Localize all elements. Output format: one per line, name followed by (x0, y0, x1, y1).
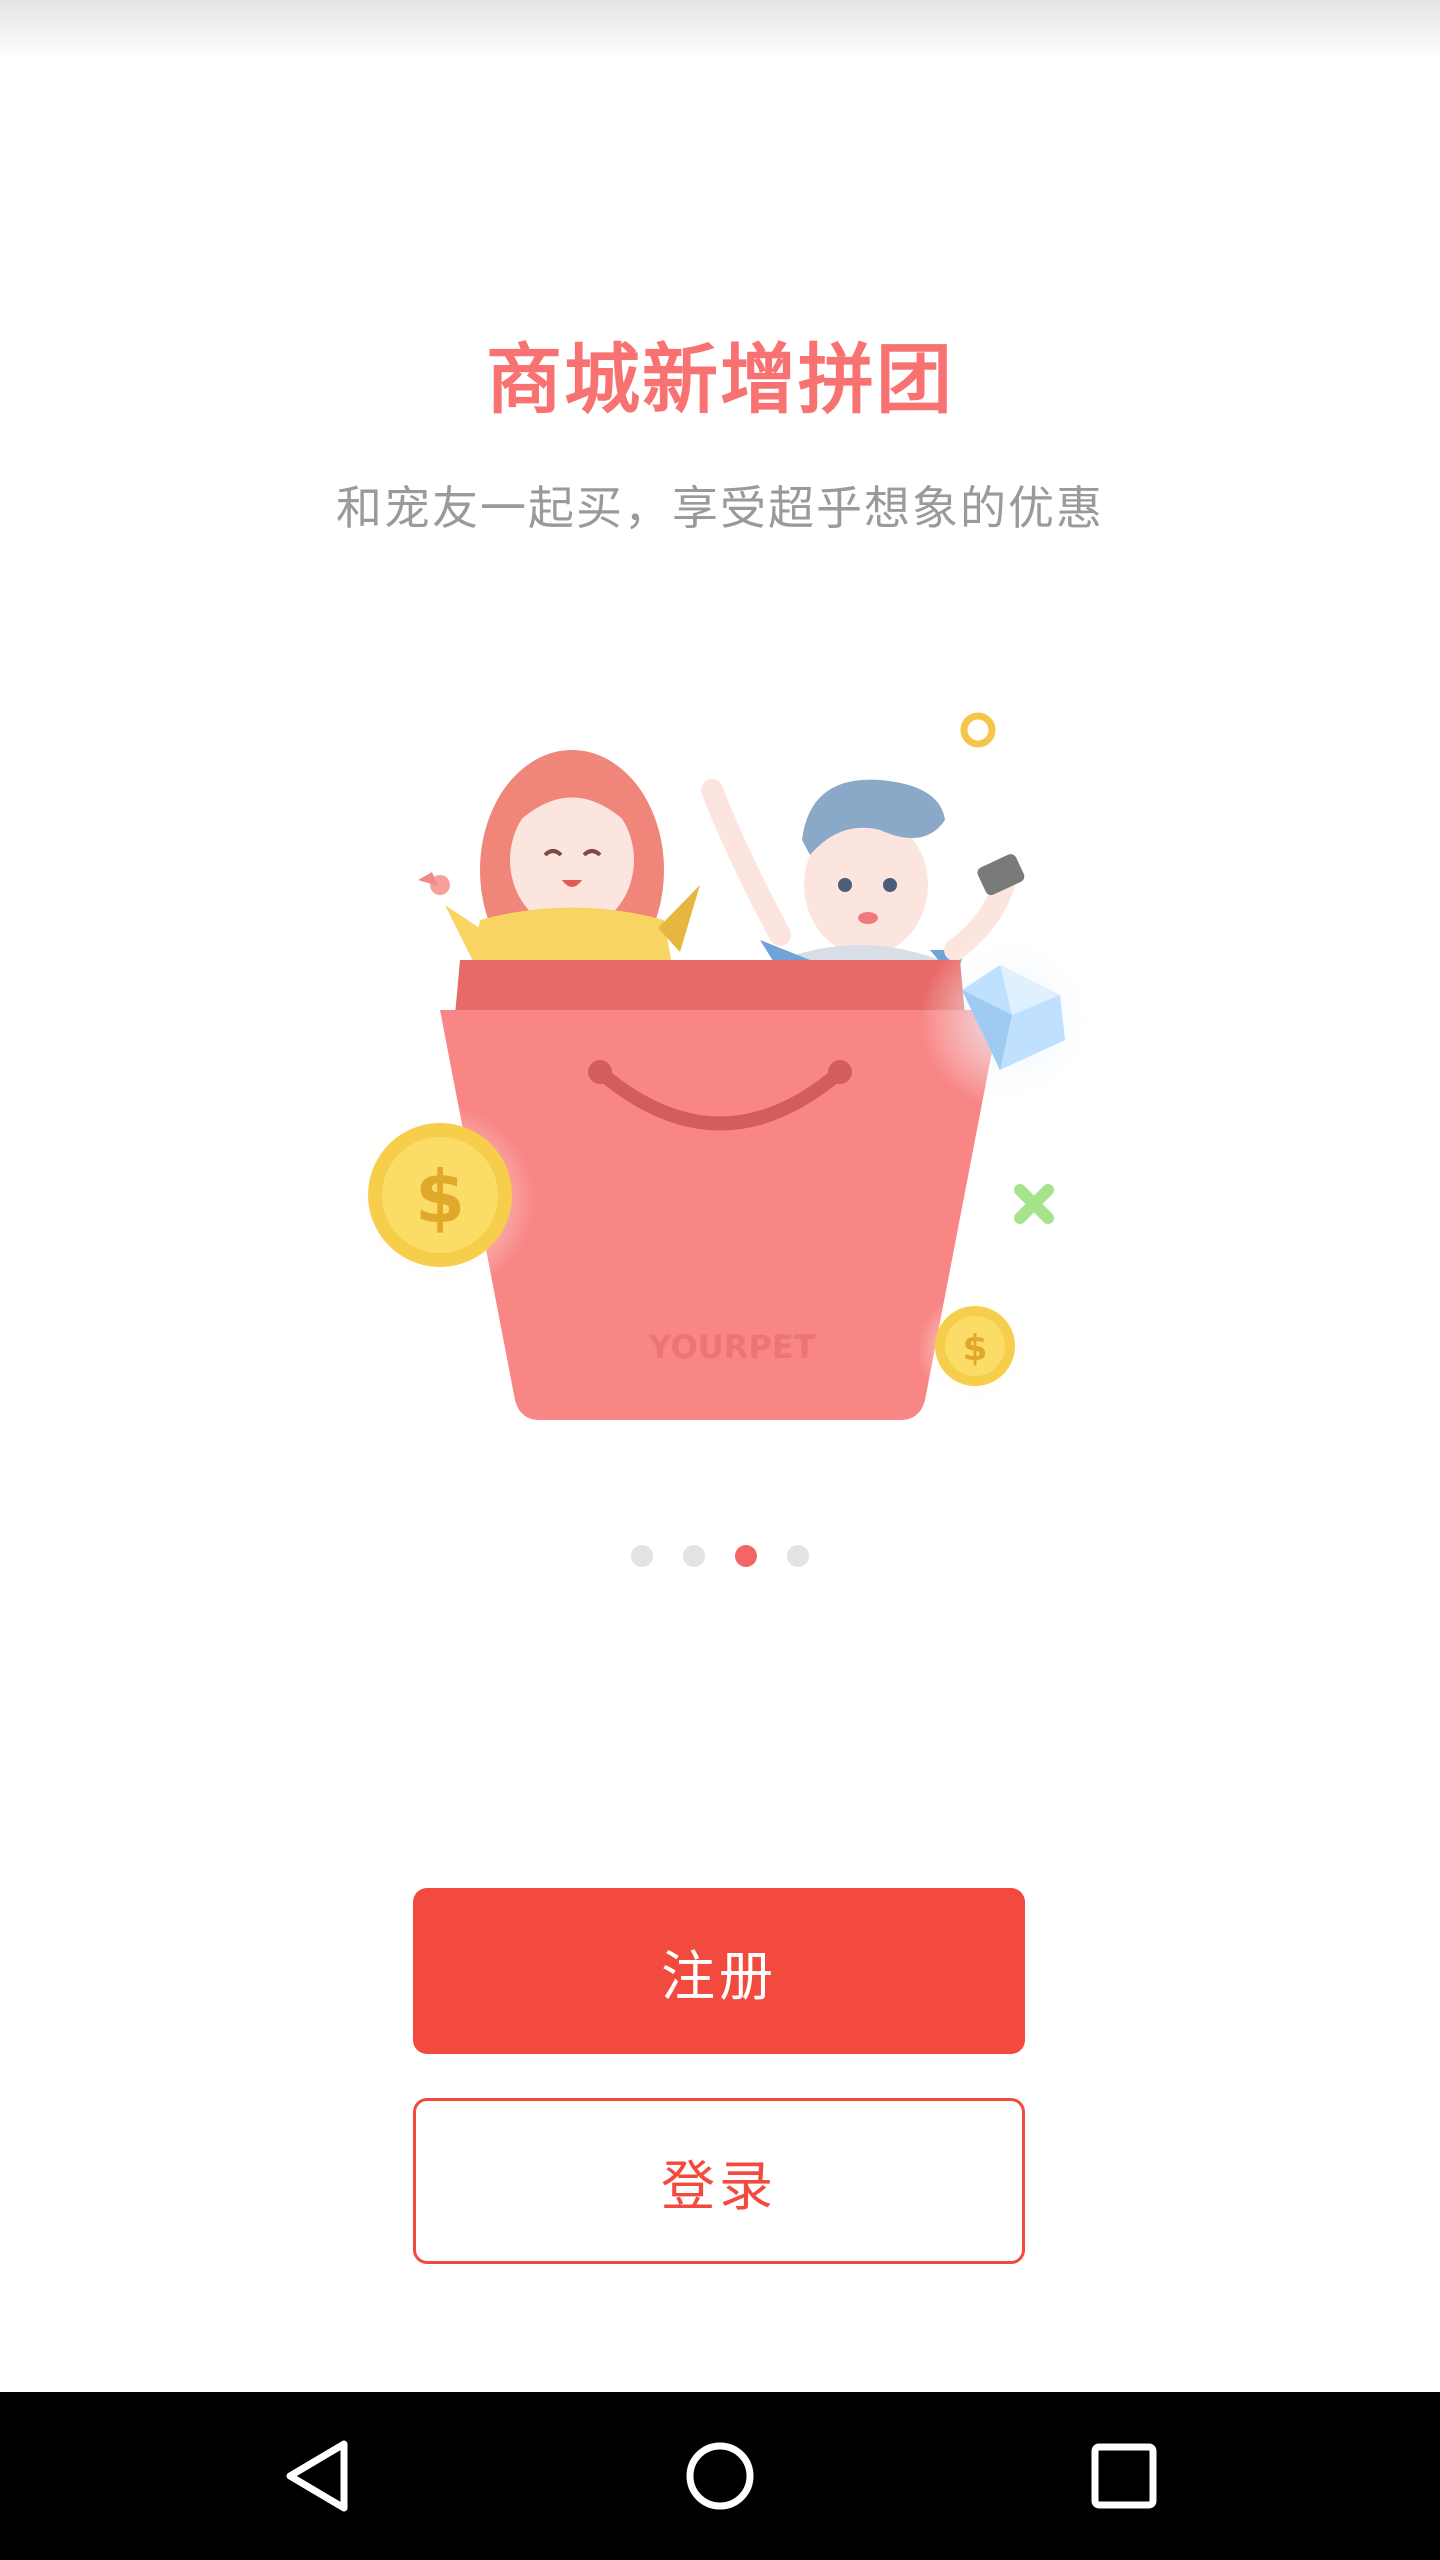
register-button[interactable]: 注册 (413, 1888, 1025, 2054)
page-title: 商城新增拼团 (486, 335, 954, 424)
onboarding-screen: 商城新增拼团 和宠友一起买，享受超乎想象的优惠 YOURPET $ $ 注册 登… (0, 0, 1440, 2560)
bag-brand-label: YOURPET (648, 1328, 816, 1366)
recents-icon[interactable] (1064, 2416, 1184, 2536)
page-subtitle: 和宠友一起买，享受超乎想象的优惠 (336, 481, 1104, 535)
sparkle-icon (1014, 1184, 1054, 1224)
small-coin-icon: $ (917, 1292, 1033, 1408)
diamond-icon (920, 930, 1100, 1110)
home-icon[interactable] (660, 2416, 780, 2536)
ring-icon (960, 712, 996, 748)
gold-coin-icon: $ (345, 1105, 535, 1295)
svg-text:$: $ (962, 1328, 987, 1369)
page-indicator (0, 1545, 1440, 1567)
page-indicator-dot-1[interactable] (631, 1545, 653, 1567)
page-indicator-dot-3[interactable] (735, 1545, 757, 1567)
shopping-bag-illustration: YOURPET $ $ (345, 712, 1100, 1420)
status-bar-shadow (0, 0, 1440, 60)
login-button[interactable]: 登录 (413, 2098, 1025, 2264)
back-icon[interactable] (257, 2416, 377, 2536)
page-indicator-dot-2[interactable] (683, 1545, 705, 1567)
svg-text:$: $ (415, 1155, 465, 1239)
page-indicator-dot-4[interactable] (787, 1545, 809, 1567)
system-navigation-bar (0, 2392, 1440, 2560)
